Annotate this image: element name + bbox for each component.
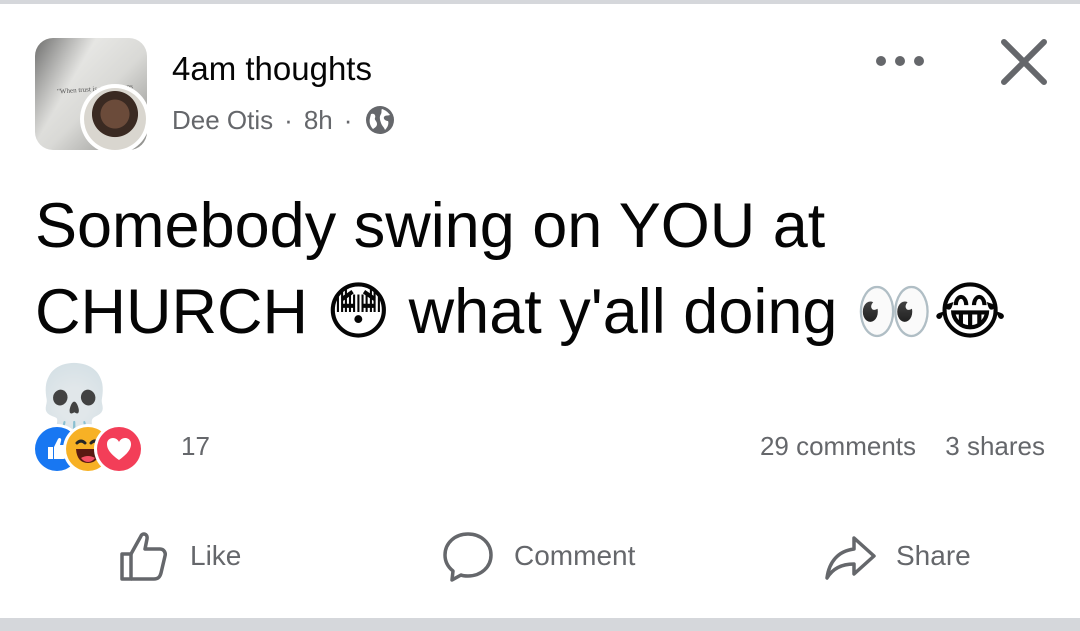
meta-separator: · [284,104,293,135]
like-button[interactable]: Like [116,520,241,592]
author-name[interactable]: Dee Otis [172,105,273,136]
like-label: Like [190,540,242,571]
bottom-divider [0,618,1080,631]
share-label: Share [896,540,971,571]
thumbs-up-icon [120,532,167,581]
group-name[interactable]: 4am thoughts [172,49,372,89]
reaction-count[interactable]: 17 [181,431,210,462]
shares-count[interactable]: 3 shares [945,431,1045,461]
close-icon[interactable] [996,34,1052,90]
post-actions-bar: Like Comment Share [0,520,1080,592]
post-time[interactable]: 8h [304,105,333,136]
love-reaction-icon [97,427,141,471]
share-button[interactable]: Share [822,520,971,592]
engagement-stats: 29 comments 3 shares [760,431,1045,462]
comment-button[interactable]: Comment [440,520,635,592]
share-arrow-icon [825,536,876,580]
author-avatar-photo [84,88,146,150]
author-avatar[interactable] [80,84,150,154]
comment-bubble-icon [443,532,493,582]
reaction-summary[interactable]: 17 [35,427,275,471]
comments-count[interactable]: 29 comments [760,431,916,461]
post-meta: Dee Otis · 8h · [172,102,395,138]
top-divider [0,0,1080,4]
post-text: Somebody swing on YOU at CHURCH 😳 what y… [35,191,1008,433]
globe-icon [365,105,395,135]
comment-label: Comment [514,540,636,571]
more-horizontal-icon[interactable] [870,46,930,76]
meta-separator: · [343,104,353,135]
